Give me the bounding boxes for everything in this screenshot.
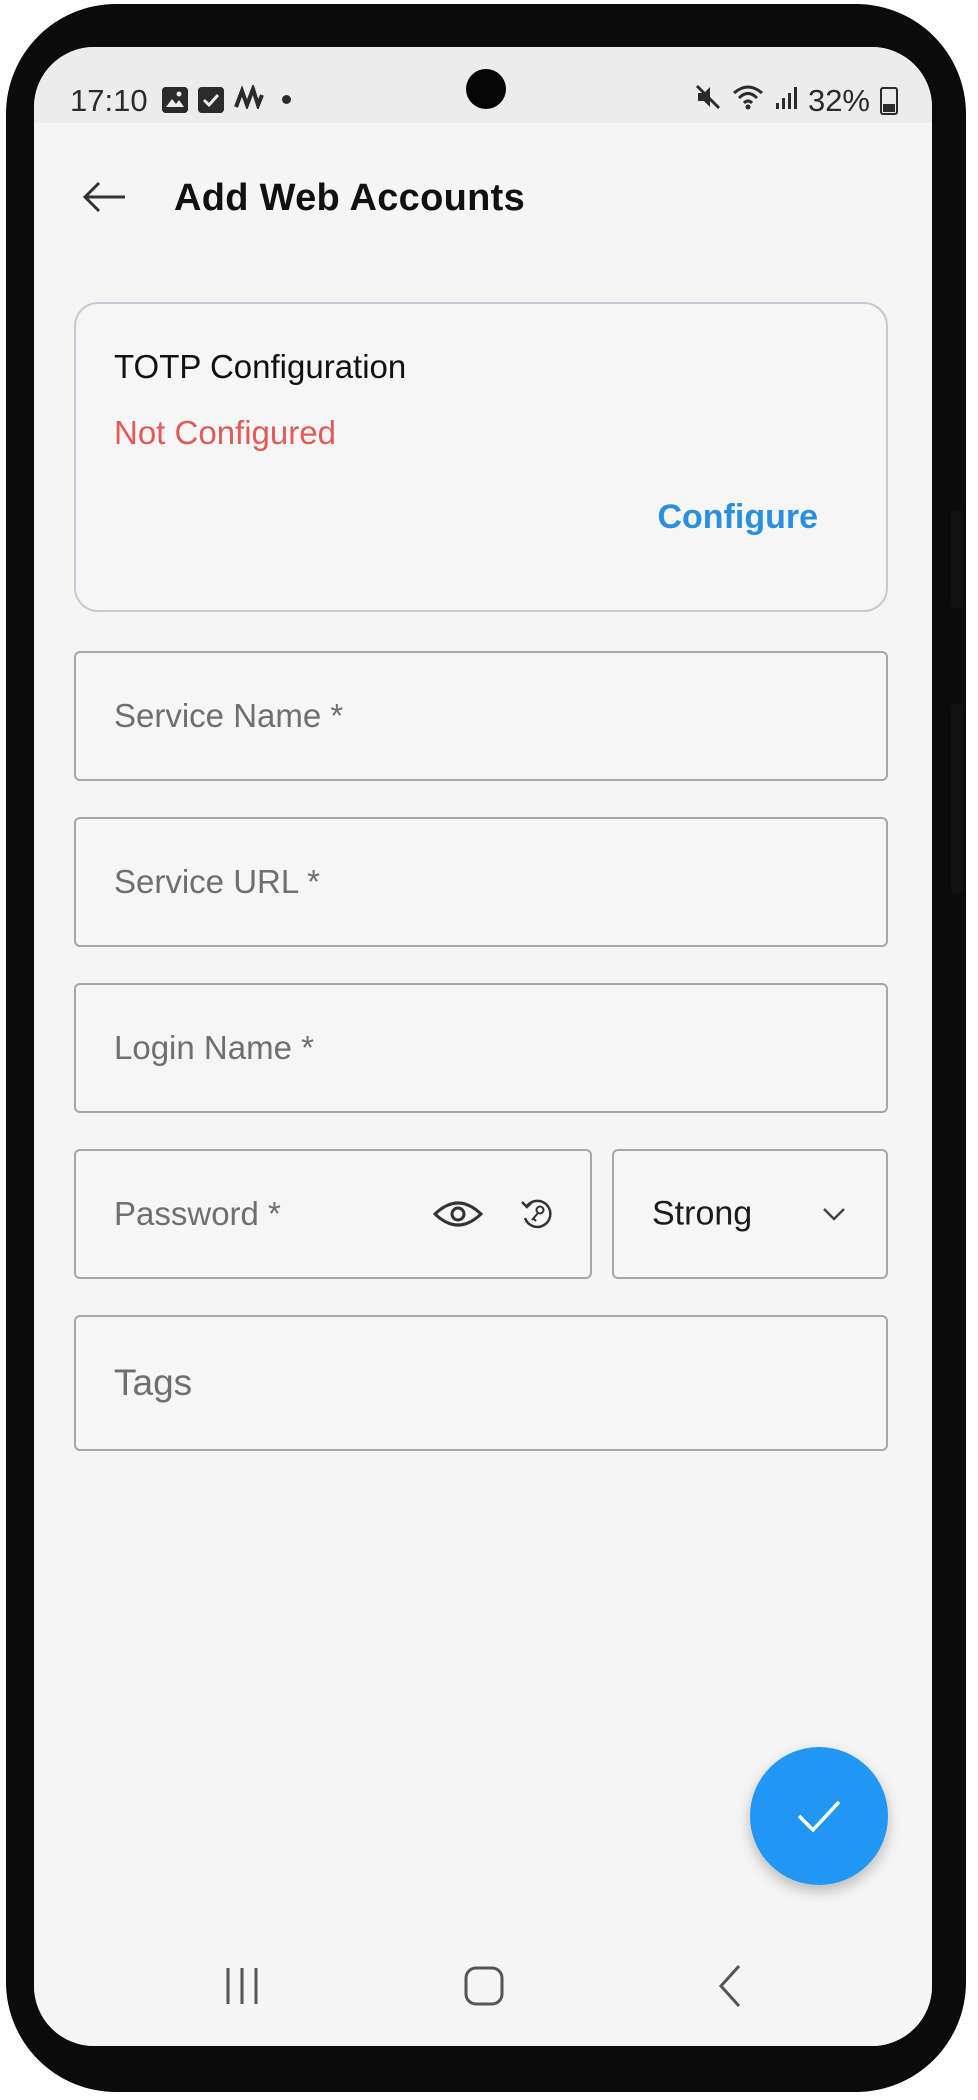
eye-icon [433,1201,483,1227]
password-label: Password * [114,1195,281,1232]
check-icon [797,1800,841,1833]
status-bar: 17:10 32% [34,47,932,123]
chevron-down-icon [818,1198,850,1230]
battery-icon [880,87,898,115]
back-button[interactable] [74,167,134,227]
system-nav-bar [34,1926,932,2046]
generate-password-button[interactable] [516,1193,558,1235]
home-button[interactable] [454,1956,514,2016]
screen: 17:10 32% Add Web Accounts TOTP Configur… [34,47,932,2046]
strength-value: Strong [652,1194,753,1233]
signal-icon [774,83,798,119]
login-name-field[interactable]: Login Name * [74,983,888,1113]
volume-button [951,510,963,608]
status-right: 32% [694,83,898,119]
save-fab[interactable] [750,1747,888,1885]
mute-icon [694,83,722,119]
totp-title: TOTP Configuration [114,348,407,385]
login-name-label: Login Name * [114,1029,314,1066]
more-notifications-dot [282,95,291,104]
nav-back-button[interactable] [700,1956,760,2016]
strength-dropdown[interactable]: Strong [612,1149,888,1279]
app-icon [234,82,264,114]
tags-field[interactable]: Tags [74,1315,888,1451]
arrow-left-icon [82,181,125,213]
password-field[interactable]: Password * [74,1149,592,1279]
page-title: Add Web Accounts [174,177,526,219]
home-icon [464,1966,504,2006]
recent-apps-button[interactable] [212,1956,272,2016]
power-button [951,704,963,894]
totp-status: Not Configured [114,414,336,451]
status-time: 17:10 [70,83,148,118]
toggle-visibility-button[interactable] [432,1188,484,1240]
service-url-label: Service URL * [114,863,321,900]
service-name-label: Service Name * [114,697,344,734]
tags-label: Tags [114,1362,193,1403]
service-url-field[interactable]: Service URL * [74,817,888,947]
battery-percent: 32% [807,83,870,118]
checkbox-icon [198,86,224,113]
configure-button[interactable]: Configure [657,498,818,537]
recent-apps-icon [226,1968,258,2004]
front-camera [466,69,506,109]
totp-card: TOTP Configuration Not Configured Config… [74,302,888,612]
image-icon [162,86,188,113]
wifi-icon [732,83,764,119]
service-name-field[interactable]: Service Name * [74,651,888,781]
back-icon [718,1964,741,2008]
notification-icons [162,82,291,114]
password-generate-icon [521,1199,552,1229]
